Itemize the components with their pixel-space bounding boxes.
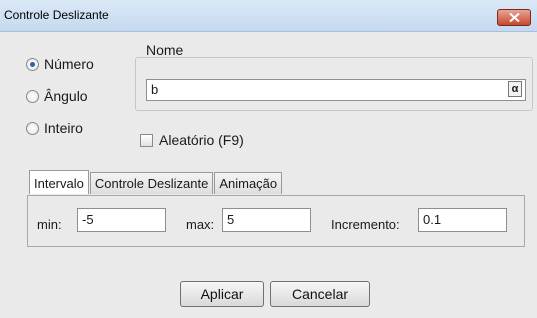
title-bar: Controle Deslizante [0,0,537,32]
close-icon [509,13,520,22]
tab-strip: Intervalo Controle Deslizante Animação [29,170,283,194]
tab-controle-deslizante[interactable]: Controle Deslizante [89,172,214,194]
random-checkbox-row[interactable]: Aleatório (F9) [140,132,244,148]
random-label: Aleatório (F9) [159,132,244,148]
name-label: Nome [146,42,184,58]
slider-dialog: Número Ângulo Inteiro Nome b α Aleatório… [0,32,537,318]
random-checkbox[interactable] [140,133,153,147]
min-label: min: [37,217,62,232]
radio-button[interactable] [26,121,39,135]
name-input[interactable]: b [146,79,526,101]
max-input[interactable]: 5 [222,208,311,232]
radio-angulo[interactable]: Ângulo [26,88,88,104]
radio-label: Número [44,56,94,72]
max-label: max: [186,217,215,232]
increment-label: Incremento: [331,217,400,232]
radio-label: Ângulo [44,88,88,104]
increment-input[interactable]: 0.1 [418,208,507,232]
radio-label: Inteiro [44,120,83,136]
min-input[interactable]: -5 [77,208,166,232]
radio-button[interactable] [26,89,39,103]
tab-intervalo[interactable]: Intervalo [29,170,89,194]
window-title: Controle Deslizante [4,8,109,22]
tab-animacao[interactable]: Animação [214,172,283,194]
cancel-button[interactable]: Cancelar [270,281,370,307]
close-button[interactable] [497,9,531,26]
radio-button[interactable] [26,57,39,71]
alpha-symbol-button[interactable]: α [508,81,522,97]
radio-numero[interactable]: Número [26,56,94,72]
radio-inteiro[interactable]: Inteiro [26,120,83,136]
apply-button[interactable]: Aplicar [180,281,264,307]
